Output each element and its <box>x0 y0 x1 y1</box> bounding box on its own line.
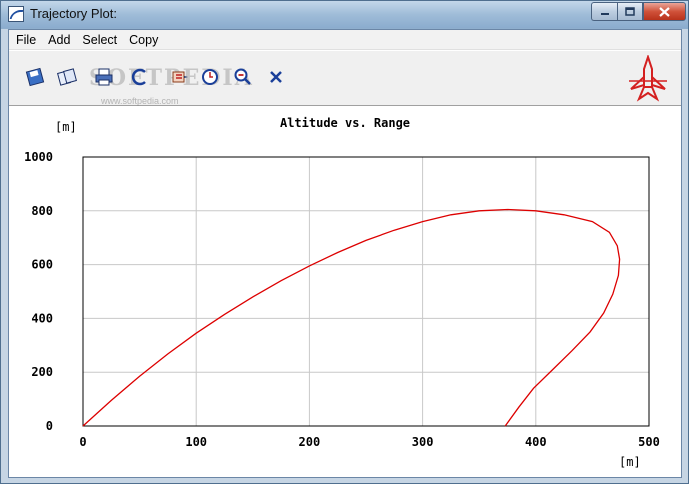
client-area: File Add Select Copy SOFTPEDIA www.softp… <box>8 29 682 478</box>
window-title: Trajectory Plot: <box>30 6 117 21</box>
options-button[interactable] <box>169 66 191 88</box>
menu-select[interactable]: Select <box>76 33 123 47</box>
close-icon <box>659 6 670 17</box>
delete-button[interactable] <box>265 66 287 88</box>
plot-frame <box>82 156 650 427</box>
app-window: Trajectory Plot: File Add Select Copy SO… <box>0 0 689 484</box>
y-tick-label: 400 <box>31 311 53 325</box>
watermark-url: www.softpedia.com <box>101 96 179 106</box>
timer-button[interactable] <box>199 66 221 88</box>
zoom-out-icon <box>234 68 251 85</box>
rocket-logo-icon <box>629 55 667 102</box>
y-tick-label: 200 <box>31 365 53 379</box>
print-button[interactable] <box>93 66 115 88</box>
x-tick-label: 300 <box>412 435 434 449</box>
title-bar[interactable]: Trajectory Plot: <box>1 1 688 28</box>
copy-icon <box>57 68 77 86</box>
trajectory-line <box>82 208 621 427</box>
maximize-button[interactable] <box>617 2 643 21</box>
y-tick-label: 0 <box>46 419 53 433</box>
close-x-icon <box>270 71 282 83</box>
toolbar: SOFTPEDIA www.softpedia.com <box>9 51 681 106</box>
save-button[interactable] <box>24 66 46 88</box>
window-controls <box>591 2 686 21</box>
menu-file[interactable]: File <box>9 33 42 47</box>
copy-button[interactable] <box>56 66 78 88</box>
close-button[interactable] <box>643 2 686 21</box>
plot-area: [m] Altitude vs. Range [m] 0 100 200 300 400… <box>9 107 681 477</box>
print-icon <box>95 68 113 86</box>
app-icon[interactable] <box>8 6 24 22</box>
refresh-icon <box>131 68 146 86</box>
y-tick-label: 800 <box>31 204 53 218</box>
maximize-icon <box>625 7 635 16</box>
menu-copy[interactable]: Copy <box>123 33 164 47</box>
x-tick-label: 0 <box>79 435 86 449</box>
refresh-button[interactable] <box>129 66 151 88</box>
y-tick-label: 600 <box>31 258 53 272</box>
diskette-icon <box>25 67 45 87</box>
y-tick-label: 1000 <box>24 150 53 164</box>
x-tick-label: 400 <box>525 435 547 449</box>
options-icon <box>172 71 188 83</box>
minimize-icon <box>600 12 609 15</box>
timer-icon <box>202 69 218 85</box>
minimize-button[interactable] <box>591 2 617 21</box>
menu-bar: File Add Select Copy <box>9 30 681 50</box>
trajectory-chart[interactable]: 0 100 200 300 400 500 0 200 400 600 800 1000 <box>9 107 681 477</box>
x-tick-label: 100 <box>185 435 207 449</box>
x-tick-label: 200 <box>299 435 321 449</box>
x-tick-label: 500 <box>638 435 660 449</box>
zoom-out-button[interactable] <box>232 66 254 88</box>
menu-add[interactable]: Add <box>42 33 76 47</box>
